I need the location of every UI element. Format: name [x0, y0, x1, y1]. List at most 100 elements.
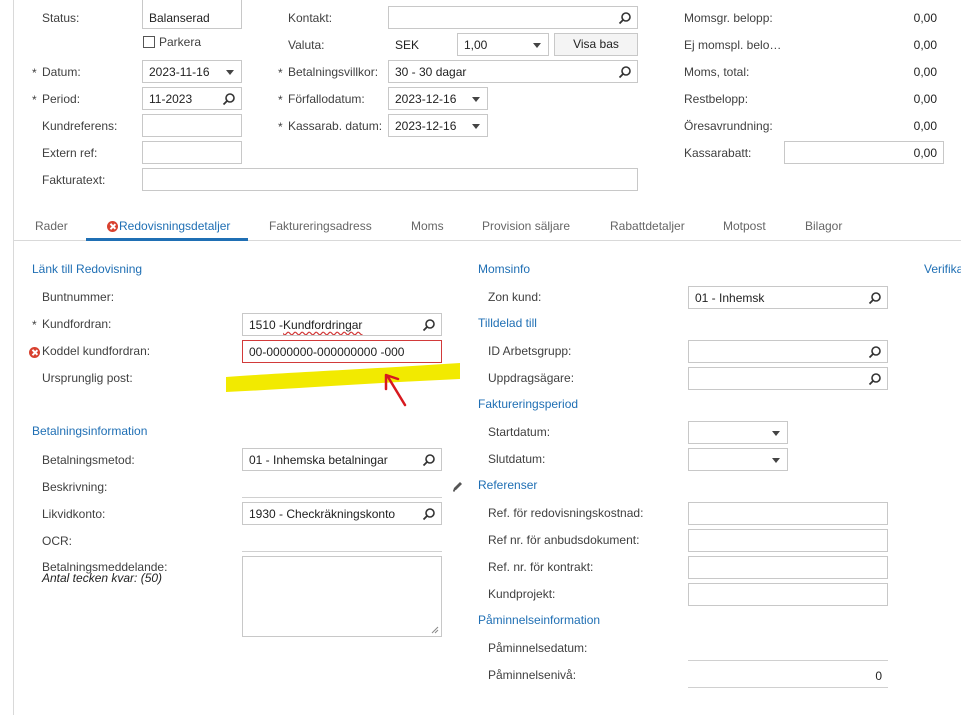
resize-handle-icon[interactable] [431, 626, 439, 634]
likvidkonto-value: 1930 - Checkräkningskonto [249, 507, 396, 521]
kassarabatt-field[interactable]: 0,00 [784, 141, 944, 164]
paminnelseniva-label: Påminnelsenivå: [488, 668, 577, 682]
tab-provision-saljare[interactable]: Provision säljare [482, 219, 570, 233]
parkera-label: Parkera [159, 35, 202, 49]
valuta-rate-field[interactable]: 1,00 [457, 33, 549, 56]
uppdragsagare-label: Uppdragsägare: [488, 371, 575, 385]
tab-motpost[interactable]: Motpost [723, 219, 766, 233]
koddel-label: Koddel kundfordran: [42, 344, 151, 358]
slutdatum-field[interactable] [688, 448, 788, 471]
search-icon[interactable] [422, 507, 436, 521]
datum-label: Datum: [42, 65, 81, 79]
section-faktureringsperiod: Faktureringsperiod [478, 397, 579, 411]
search-icon[interactable] [618, 65, 632, 79]
search-icon[interactable] [422, 453, 436, 467]
tab-moms[interactable]: Moms [411, 219, 444, 233]
kassarab-datum-field[interactable]: 2023-12-16 [388, 114, 488, 137]
restbelopp-value: 0,00 [913, 92, 937, 106]
ref-kontrakt-field[interactable] [688, 556, 888, 579]
search-icon[interactable] [868, 345, 882, 359]
required-mark: * [32, 318, 37, 332]
ej-momspl-label: Ej momspl. belo… [684, 38, 782, 52]
chevron-down-icon[interactable] [472, 97, 480, 102]
id-arbetsgrupp-field[interactable] [688, 340, 888, 363]
uppdragsagare-field[interactable] [688, 367, 888, 390]
momsgr-value: 0,00 [913, 11, 937, 25]
kontakt-label: Kontakt: [288, 11, 333, 25]
betalningsmeddelande-textarea[interactable] [242, 556, 442, 637]
kundfordran-label: Kundfordran: [42, 317, 112, 331]
section-verifikation: Verifika [924, 262, 961, 276]
buntnummer-label: Buntnummer: [42, 290, 115, 304]
ref-redovisning-field[interactable] [688, 502, 888, 525]
tab-redovisningsdetaljer[interactable]: Redovisningsdetaljer [119, 219, 230, 233]
likvidkonto-label: Likvidkonto: [42, 507, 106, 521]
tab-faktureringsadress[interactable]: Faktureringsadress [269, 219, 372, 233]
period-label: Period: [42, 92, 81, 106]
chevron-down-icon[interactable] [772, 458, 780, 463]
ursprunglig-label: Ursprunglig post: [42, 371, 133, 385]
restbelopp-label: Restbelopp: [684, 92, 749, 106]
forfallodatum-value: 2023-12-16 [395, 92, 457, 106]
valuta-label: Valuta: [288, 38, 325, 52]
error-icon [107, 221, 118, 232]
likvidkonto-field[interactable]: 1930 - Checkräkningskonto [242, 502, 442, 525]
startdatum-field[interactable] [688, 421, 788, 444]
kundfordran-field[interactable]: 1510 - Kundfordringar [242, 313, 442, 336]
kassarabatt-label: Kassarabatt: [684, 146, 752, 160]
oresavrundning-value: 0,00 [913, 119, 937, 133]
datum-value: 2023-11-16 [149, 65, 210, 79]
chevron-down-icon[interactable] [226, 70, 234, 75]
period-value: 11-2023 [149, 92, 193, 106]
tab-rabattdetaljer[interactable]: Rabattdetaljer [610, 219, 685, 233]
fakturatext-field[interactable] [142, 168, 638, 191]
zon-kund-label: Zon kund: [488, 290, 542, 304]
ocr-label: OCR: [42, 534, 72, 548]
ref-anbud-label: Ref nr. för anbudsdokument: [488, 533, 640, 547]
required-mark: * [278, 66, 283, 80]
search-icon[interactable] [222, 92, 236, 106]
visa-bas-button[interactable]: Visa bas [554, 33, 638, 56]
forfallodatum-field[interactable]: 2023-12-16 [388, 87, 488, 110]
kundprojekt-field[interactable] [688, 583, 888, 606]
required-mark: * [278, 93, 283, 107]
paminnelseniva-value: 0 [875, 669, 882, 683]
kassarabatt-value: 0,00 [913, 146, 937, 160]
valuta-rate-value: 1,00 [464, 38, 488, 52]
search-icon[interactable] [422, 318, 436, 332]
search-icon[interactable] [618, 11, 632, 25]
status-value: Balanserad [149, 11, 210, 25]
search-icon[interactable] [868, 291, 882, 305]
tab-bilagor[interactable]: Bilagor [805, 219, 842, 233]
parkera-checkbox[interactable] [143, 36, 155, 48]
chevron-down-icon[interactable] [472, 124, 480, 129]
datum-field[interactable]: 2023-11-16 [142, 60, 242, 83]
extern-ref-field[interactable] [142, 141, 242, 164]
section-paminnelseinformation: Påminnelseinformation [478, 613, 601, 627]
section-lank-redovisning: Länk till Redovisning [32, 262, 143, 276]
ref-anbud-field[interactable] [688, 529, 888, 552]
kontakt-field[interactable] [388, 6, 638, 29]
section-tilldelad-till: Tilldelad till [478, 316, 537, 330]
betalningsmetod-field[interactable]: 01 - Inhemska betalningar [242, 448, 442, 471]
kundfordran-code: 1510 - [249, 318, 284, 332]
beskrivning-label: Beskrivning: [42, 480, 108, 494]
betalningsmetod-value: 01 - Inhemska betalningar [249, 453, 388, 467]
zon-kund-field[interactable]: 01 - Inhemsk [688, 286, 888, 309]
id-arbetsgrupp-label: ID Arbetsgrupp: [488, 344, 572, 358]
kundreferens-field[interactable] [142, 114, 242, 137]
kassarab-datum-label: Kassarab. datum: [288, 119, 383, 133]
tab-rader[interactable]: Rader [35, 219, 68, 233]
betalningsvillkor-field[interactable]: 30 - 30 dagar [388, 60, 638, 83]
slutdatum-label: Slutdatum: [488, 452, 546, 466]
pencil-icon[interactable] [451, 480, 464, 493]
momsgr-label: Momsgr. belopp: [684, 11, 773, 25]
moms-total-label: Moms, total: [684, 65, 750, 79]
chevron-down-icon[interactable] [772, 431, 780, 436]
section-betalningsinformation: Betalningsinformation [32, 424, 148, 438]
kassarab-datum-value: 2023-12-16 [395, 119, 457, 133]
chevron-down-icon[interactable] [533, 43, 541, 48]
search-icon[interactable] [868, 372, 882, 386]
period-field[interactable]: 11-2023 [142, 87, 242, 110]
oresavrundning-label: Öresavrundning: [684, 119, 773, 133]
